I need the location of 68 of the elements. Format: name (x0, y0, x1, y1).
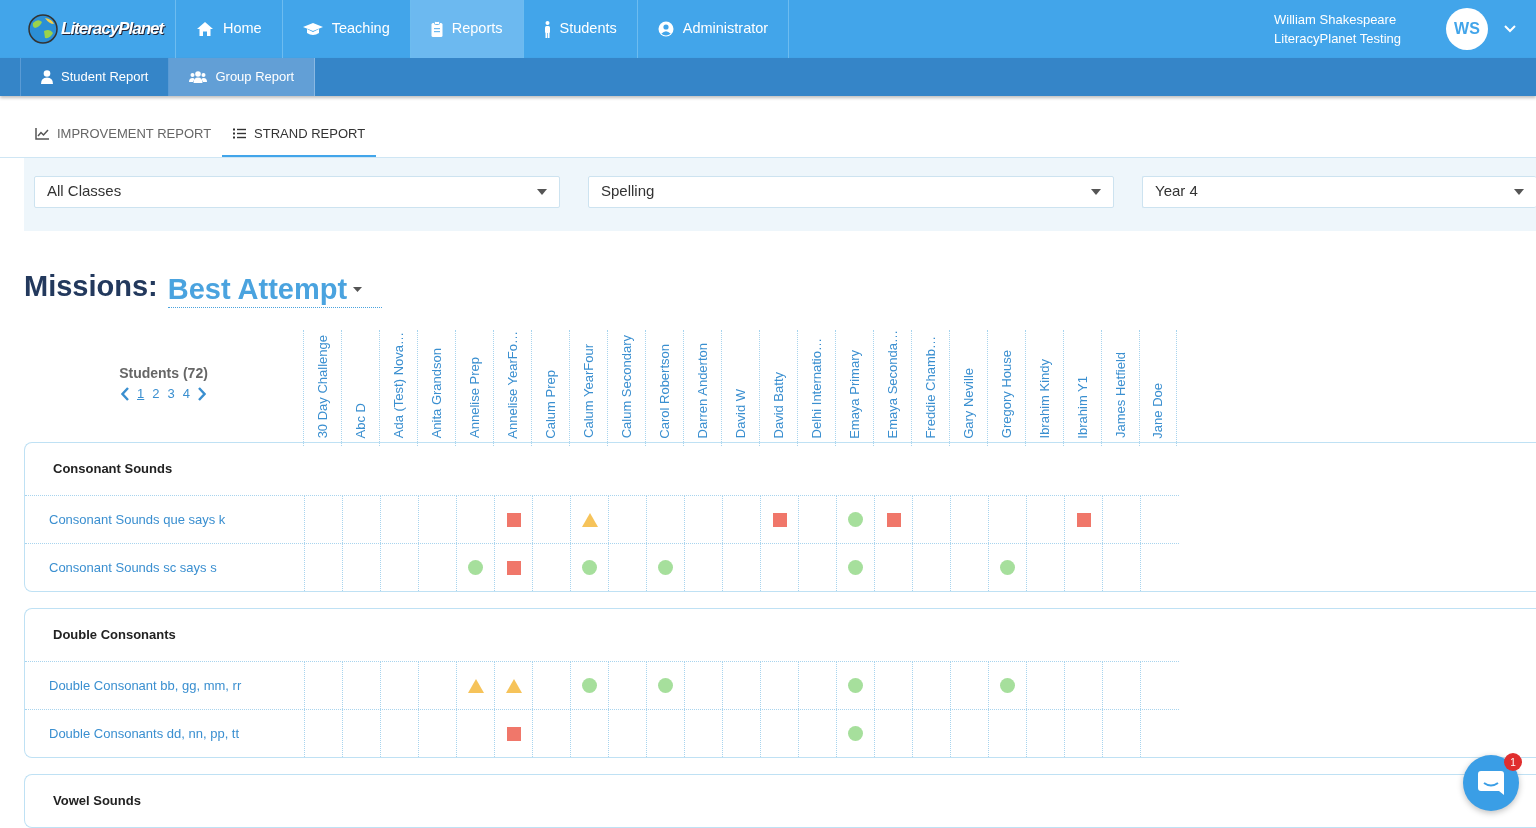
graduation-cap-icon (302, 22, 323, 36)
user-avatar[interactable]: WS (1446, 8, 1488, 50)
student-column-header[interactable]: Calum Secondary (616, 335, 637, 439)
strand-title: Consonant Sounds (52, 460, 173, 479)
strand-title: Vowel Sounds (52, 792, 141, 811)
notification-badge: 1 (1504, 753, 1522, 771)
organization-name: LiteracyPlanet Testing (1274, 30, 1401, 48)
student-column-header[interactable]: Calum Prep (540, 369, 561, 439)
chat-bubble-icon (1477, 770, 1505, 796)
user-name: William Shakespeare (1274, 10, 1398, 29)
page-link[interactable]: 2 (152, 383, 160, 404)
student-column-header[interactable]: Darren Anderton (692, 343, 713, 439)
skill-link[interactable]: Consonant Sounds que says k (25, 496, 304, 543)
user-circle-icon (657, 21, 674, 37)
page-link[interactable]: 1 (137, 383, 145, 404)
skill-link[interactable]: Double Consonants dd, nn, pp, tt (25, 710, 304, 757)
logo-text: LiteracyPlanet (61, 18, 164, 41)
skill-link[interactable]: Double Consonant bb, gg, mm, rr (25, 662, 304, 709)
dropdown-select[interactable]: Spelling (588, 175, 1114, 208)
nav-tab[interactable]: Reports (409, 0, 523, 58)
report-tab[interactable]: IMPROVEMENT REPORT (24, 116, 223, 157)
student-column-header[interactable]: Delhi Internatio… (806, 337, 827, 439)
dropdown-select[interactable]: Year 4 (1142, 175, 1536, 208)
globe-icon (28, 14, 58, 44)
student-column-header[interactable]: Abc D (350, 403, 371, 439)
sub-nav-tab[interactable]: Group Report (168, 58, 316, 96)
caret-down-icon (537, 188, 547, 195)
student-column-header[interactable]: David Batty (768, 371, 789, 439)
student-column-header[interactable]: Freddie Chamb… (920, 335, 941, 439)
chevron-down-icon (1504, 25, 1516, 33)
student-column-header[interactable]: Ada (Test) Nova… (388, 332, 409, 439)
clipboard-icon (430, 21, 443, 37)
student-column-header[interactable]: Annelise YearFo… (502, 330, 523, 439)
page-link[interactable]: 4 (182, 383, 190, 404)
missions-heading: Missions: (24, 268, 158, 304)
student-column-header[interactable]: David W (730, 389, 751, 439)
student-column-header[interactable]: Ibrahim Kindy (1034, 358, 1055, 439)
users-icon (189, 71, 208, 83)
student-column-header[interactable]: Ibrahim Y1 (1072, 375, 1093, 439)
list-icon (233, 128, 247, 140)
student-column-header[interactable]: Jane Doe (1148, 382, 1168, 439)
home-icon (196, 21, 214, 37)
caret-down-icon (1514, 188, 1524, 195)
student-column-header[interactable]: Emaya Seconda… (882, 330, 903, 439)
chevron-right-icon (197, 386, 206, 401)
student-column-header[interactable]: Gary Neville (958, 367, 979, 439)
page-link[interactable]: 3 (167, 383, 175, 404)
chat-button[interactable] (1463, 755, 1519, 811)
student-column-header[interactable]: Annelise Prep (464, 357, 485, 439)
student-column-header[interactable]: Gregory House (996, 350, 1017, 439)
student-column-header[interactable]: Calum YearFour (578, 344, 599, 439)
student-column-header[interactable]: Anita Grandson (426, 348, 447, 439)
student-column-header[interactable]: James Hetfield (1110, 352, 1131, 439)
strand-title: Double Consonants (52, 626, 176, 645)
line-chart-icon (35, 127, 49, 140)
user-icon (41, 70, 53, 84)
student-column-header[interactable]: Emaya Primary (844, 349, 865, 439)
student-column-header[interactable]: Carol Robertson (654, 343, 675, 439)
skill-link[interactable]: Consonant Sounds sc says s (25, 544, 304, 591)
dropdown-select[interactable]: All Classes (34, 175, 560, 208)
caret-down-icon (353, 287, 363, 293)
attempt-dropdown[interactable]: Best Attempt (167, 272, 383, 308)
student-column-header[interactable]: 30 Day Challenge (312, 335, 333, 439)
person-icon (543, 20, 551, 38)
report-tab[interactable]: STRAND REPORT (222, 116, 377, 157)
caret-down-icon (1091, 188, 1101, 195)
chevron-left-icon (121, 386, 130, 401)
students-count: Students (72) (119, 363, 208, 383)
